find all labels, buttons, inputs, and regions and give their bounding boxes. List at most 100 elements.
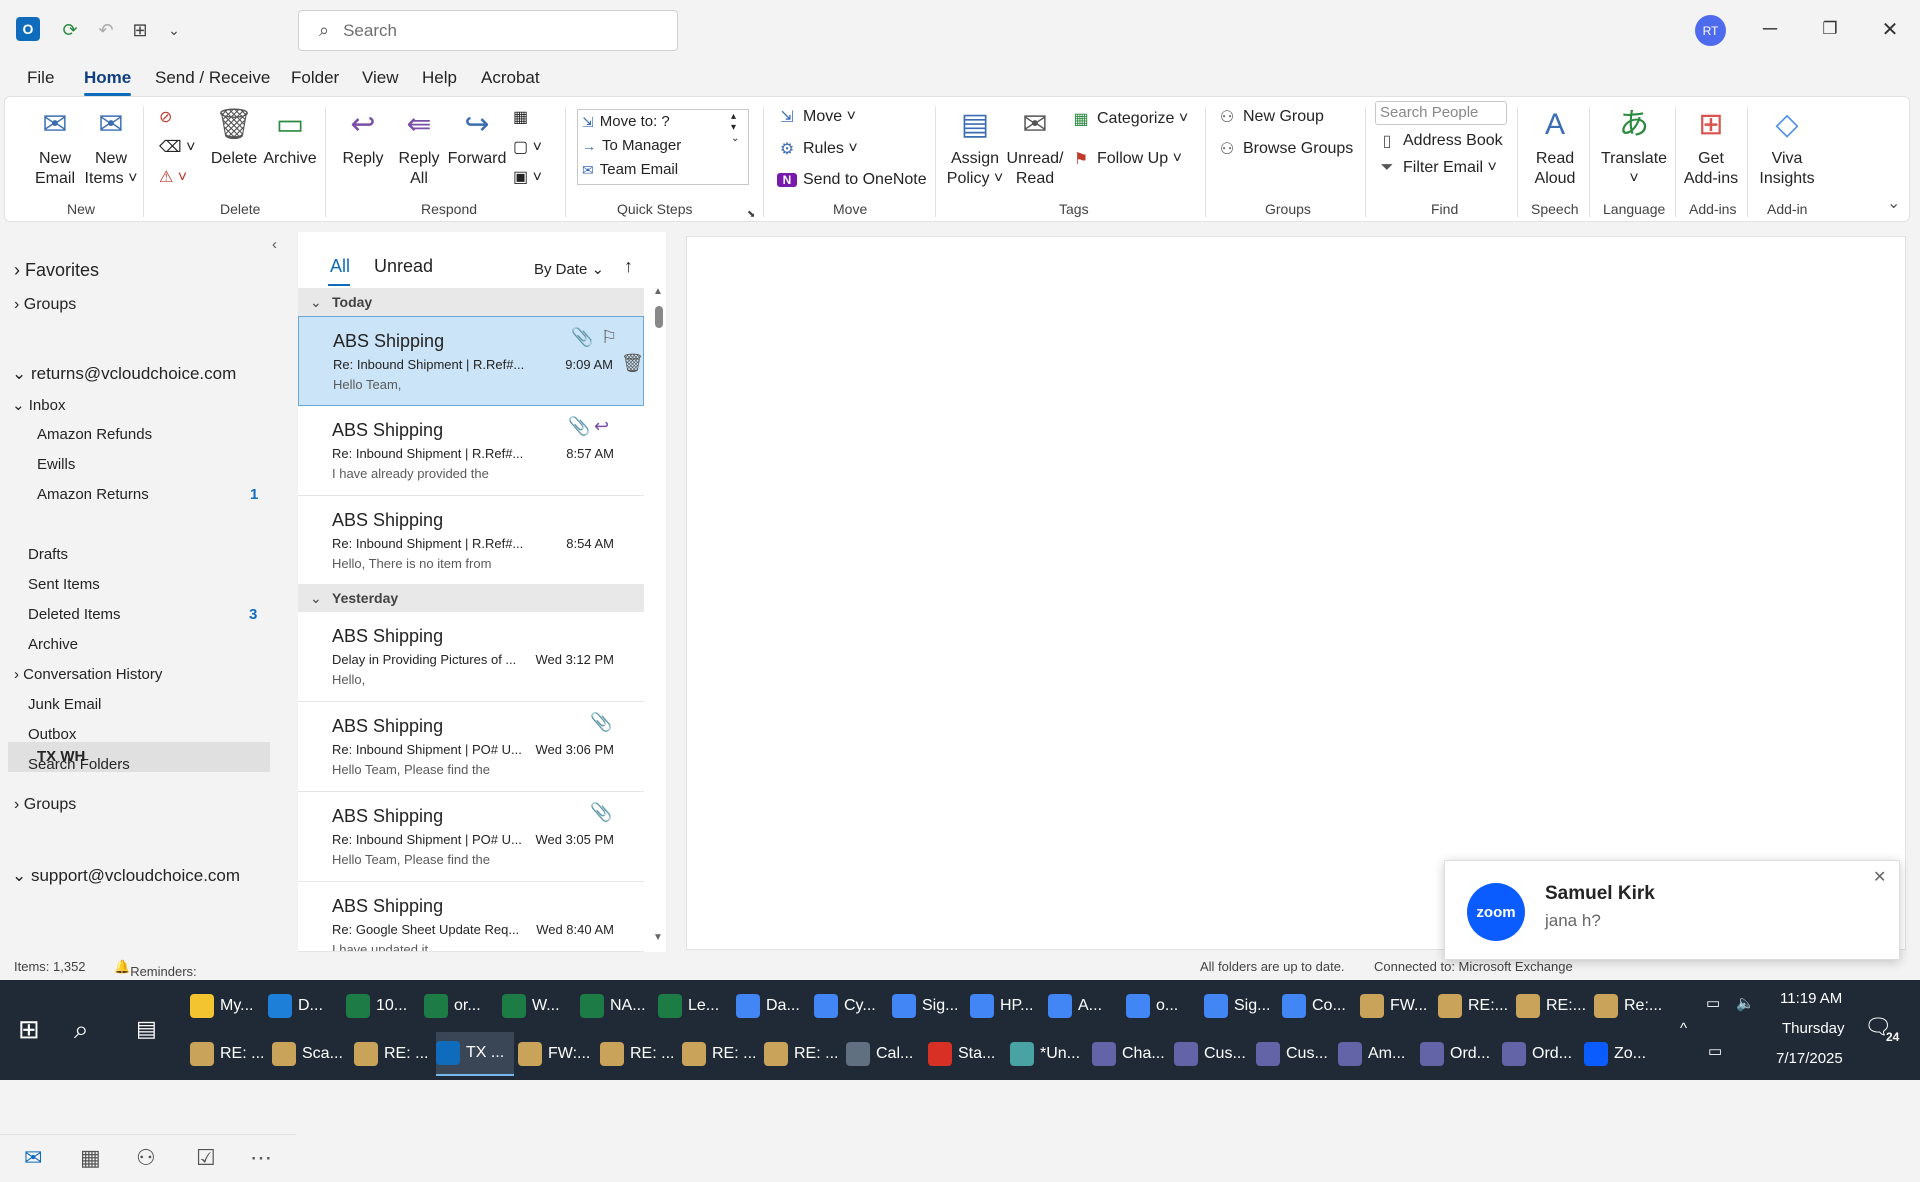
taskbar-app-button[interactable]: Cy... <box>814 984 888 1028</box>
flag-icon[interactable]: ⚐ <box>601 327 617 348</box>
taskbar-app-button[interactable]: Cus... <box>1256 1032 1334 1076</box>
taskbar-app-button[interactable]: RE: ... <box>764 1032 842 1076</box>
network-icon[interactable]: ▭ <box>1708 1042 1722 1060</box>
taskbar-app-button[interactable]: RE:... <box>1516 984 1590 1028</box>
folder-archive[interactable]: Archive <box>28 636 78 653</box>
window-icon[interactable]: ⊞ <box>126 16 154 44</box>
ignore-icon[interactable]: ⊘ <box>159 107 172 127</box>
search-input[interactable]: ⌕ Search <box>298 10 678 51</box>
collapse-pane-icon[interactable]: ‹ <box>272 236 277 253</box>
taskbar-app-button[interactable]: Am... <box>1338 1032 1416 1076</box>
taskbar-app-button[interactable]: TX ... <box>436 1032 514 1076</box>
taskbar-app-button[interactable]: RE: ... <box>682 1032 760 1076</box>
rules-button[interactable]: ⚙ Rules ˅ <box>777 139 858 159</box>
scroll-up-icon[interactable]: ▲ <box>653 286 663 297</box>
move-button[interactable]: ⇲ Move ˅ <box>777 107 856 127</box>
message-item[interactable]: ABS Shipping Re: Inbound Shipment | PO# … <box>298 792 644 882</box>
taskbar-app-button[interactable]: Sig... <box>1204 984 1278 1028</box>
folder-inbox[interactable]: ⌄ Inbox <box>12 396 65 414</box>
message-item[interactable]: ABS Shipping Re: Inbound Shipment | R.Re… <box>298 316 644 406</box>
unread-read-button[interactable]: ✉ Unread/Read <box>1005 105 1065 189</box>
folder-groups-2[interactable]: › Groups <box>14 796 76 814</box>
tab-folder[interactable]: Folder <box>291 68 339 88</box>
message-list-scrollbar[interactable]: ▲ ▼ <box>652 286 664 952</box>
taskbar-app-button[interactable]: Re:... <box>1594 984 1668 1028</box>
translate-button[interactable]: あ Translate ˅ <box>1595 105 1673 189</box>
viva-insights-button[interactable]: ◇ Viva Insights <box>1755 105 1819 189</box>
battery-icon[interactable]: ▭ <box>1706 994 1720 1012</box>
mail-icon[interactable]: ✉ <box>24 1145 42 1171</box>
taskbar-app-button[interactable]: W... <box>502 984 576 1028</box>
taskbar-app-button[interactable]: My... <box>190 984 264 1028</box>
categorize-button[interactable]: ▦ Categorize ˅ <box>1071 109 1188 129</box>
taskbar-app-button[interactable]: *Un... <box>1010 1032 1088 1076</box>
sort-direction-icon[interactable]: ↑ <box>624 256 633 277</box>
taskbar-app-button[interactable]: o... <box>1126 984 1200 1028</box>
undo-icon[interactable]: ↶ <box>92 16 120 44</box>
taskbar-app-button[interactable]: or... <box>424 984 498 1028</box>
address-book-button[interactable]: ▯ Address Book <box>1377 131 1503 151</box>
new-email-button[interactable]: ✉ New Email <box>25 105 85 189</box>
tab-view[interactable]: View <box>362 68 399 88</box>
tray-chevron-icon[interactable]: ^ <box>1680 1020 1687 1037</box>
account-returns[interactable]: ⌄ returns@vcloudchoice.com <box>12 364 236 384</box>
taskbar-search-icon[interactable]: ⌕ <box>74 1014 89 1046</box>
more-apps-icon[interactable]: ⋯ <box>250 1145 272 1171</box>
reminders-indicator[interactable]: 🔔 Reminders: 16 <box>114 959 197 994</box>
sort-by-date-button[interactable]: By Date ⌄ <box>534 260 604 278</box>
task-view-icon[interactable]: ▤ <box>136 1016 157 1042</box>
new-items-button[interactable]: ✉ New Items ˅ <box>81 105 141 189</box>
tab-send-receive[interactable]: Send / Receive <box>155 68 270 88</box>
group-header-today[interactable]: ⌄ Today <box>298 288 644 316</box>
taskbar-app-button[interactable]: NA... <box>580 984 654 1028</box>
volume-icon[interactable]: 🔈 <box>1736 994 1755 1012</box>
meeting-icon[interactable]: ▦ <box>513 107 528 127</box>
taskbar-app-button[interactable]: D... <box>268 984 342 1028</box>
sync-icon[interactable]: ⟳ <box>56 16 84 44</box>
get-add-ins-button[interactable]: ⊞ Get Add-ins <box>1681 105 1741 189</box>
tab-help[interactable]: Help <box>422 68 457 88</box>
filter-email-button[interactable]: ⏷ Filter Email ˅ <box>1377 159 1497 177</box>
taskbar-app-button[interactable]: A... <box>1048 984 1122 1028</box>
cleanup-icon[interactable]: ⌫ ˅ <box>159 137 195 157</box>
delete-button[interactable]: 🗑 Delete <box>207 105 261 169</box>
folder-sent-items[interactable]: Sent Items <box>28 576 100 593</box>
close-button[interactable]: ✕ <box>1870 14 1910 44</box>
filter-all-tab[interactable]: All <box>330 256 350 277</box>
restore-button[interactable]: ❐ <box>1810 14 1850 44</box>
taskbar-app-button[interactable]: Le... <box>658 984 732 1028</box>
folder-groups[interactable]: › Groups <box>14 296 76 314</box>
zoom-notification[interactable]: zoom Samuel Kirk jana h? ✕ <box>1444 860 1900 960</box>
forward-button[interactable]: ↪ Forward <box>445 105 509 169</box>
taskbar-app-button[interactable]: Ord... <box>1420 1032 1498 1076</box>
avatar[interactable]: RT <box>1695 15 1726 46</box>
delete-message-icon[interactable]: 🗑 <box>621 353 644 374</box>
message-item[interactable]: ABS Shipping Re: Inbound Shipment | R.Re… <box>298 406 644 496</box>
quick-steps-launcher-icon[interactable]: ⬊ <box>747 209 755 220</box>
calendar-icon[interactable]: ▦ <box>80 1145 101 1171</box>
tab-acrobat[interactable]: Acrobat <box>481 68 540 88</box>
browse-groups-button[interactable]: ⚇ Browse Groups <box>1217 139 1353 159</box>
minimize-button[interactable]: ─ <box>1750 14 1790 44</box>
message-item[interactable]: ABS Shipping Delay in Providing Pictures… <box>298 612 644 702</box>
filter-unread-tab[interactable]: Unread <box>374 256 433 277</box>
collapse-ribbon-icon[interactable]: ⌄ <box>1887 193 1900 213</box>
archive-button[interactable]: ▭ Archive <box>261 105 319 169</box>
taskbar-app-button[interactable]: Co... <box>1282 984 1356 1028</box>
clock-time[interactable]: 11:19 AM <box>1780 990 1842 1007</box>
im-icon[interactable]: ▢ ˅ <box>513 137 542 157</box>
taskbar-app-button[interactable]: RE: ... <box>600 1032 678 1076</box>
folder-amazon-returns[interactable]: Amazon Returns <box>37 486 149 503</box>
taskbar-app-button[interactable]: Sta... <box>928 1032 1006 1076</box>
account-support[interactable]: ⌄ support@vcloudchoice.com <box>12 866 240 886</box>
folder-ewills[interactable]: Ewills <box>37 456 75 473</box>
scroll-down-icon[interactable]: ▼ <box>653 932 663 943</box>
windows-start-icon[interactable]: ⊞ <box>18 1014 40 1045</box>
taskbar-app-button[interactable]: RE: ... <box>190 1032 268 1076</box>
folder-conversation-history[interactable]: › Conversation History <box>14 666 162 683</box>
assign-policy-button[interactable]: ▤ Assign Policy ˅ <box>945 105 1005 189</box>
quick-step-to-manager[interactable]: → To Manager <box>578 134 748 158</box>
taskbar-app-button[interactable]: 10... <box>346 984 420 1028</box>
taskbar-app-button[interactable]: RE: ... <box>354 1032 432 1076</box>
taskbar-app-button[interactable]: Ord... <box>1502 1032 1580 1076</box>
